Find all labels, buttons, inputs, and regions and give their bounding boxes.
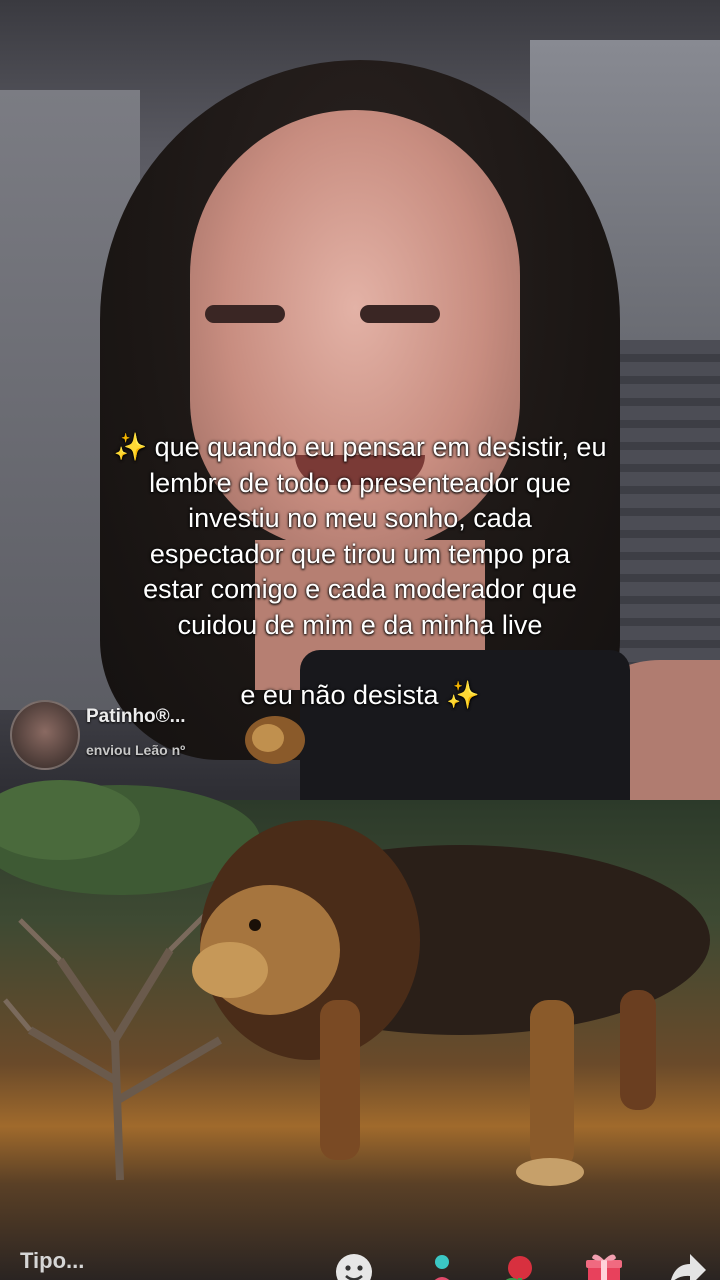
share-icon[interactable]	[664, 1248, 708, 1280]
gift-message: enviou Leão nº	[86, 742, 186, 758]
live-bottom-bar: Tipo...	[0, 1236, 720, 1280]
caption-line: investiu no meu sonho, cada	[188, 503, 532, 533]
caption-line: ✨ que quando eu pensar em desistir, eu	[113, 432, 607, 462]
caption-line: cuidou de mim e da minha live	[177, 609, 543, 640]
emoji-icon[interactable]	[332, 1248, 376, 1280]
invite-icon[interactable]	[420, 1248, 464, 1280]
caption-line: espectador que tirou um tempo pra	[149, 538, 571, 569]
streamer-eye	[205, 305, 285, 323]
avatar[interactable]	[10, 700, 80, 770]
live-stream-view: ✨ que quando eu pensar em desistir, eu l…	[0, 0, 720, 1280]
rose-gift-icon[interactable]	[498, 1248, 542, 1280]
streamer-eye	[360, 305, 440, 323]
comment-input[interactable]: Tipo...	[20, 1248, 320, 1280]
caption-line: estar comigo e cada moderador que	[143, 574, 577, 604]
lion-gift-animation	[192, 820, 710, 1186]
gift-notification[interactable]: Patinho®... enviou Leão nº	[10, 700, 330, 770]
gift-icon[interactable]	[582, 1248, 626, 1280]
caption-line: lembre de todo o presenteador que	[149, 467, 571, 498]
gift-sender-name: Patinho®...	[86, 706, 186, 727]
caption-overlay: ✨ que quando eu pensar em desistir, eu l…	[60, 430, 660, 714]
